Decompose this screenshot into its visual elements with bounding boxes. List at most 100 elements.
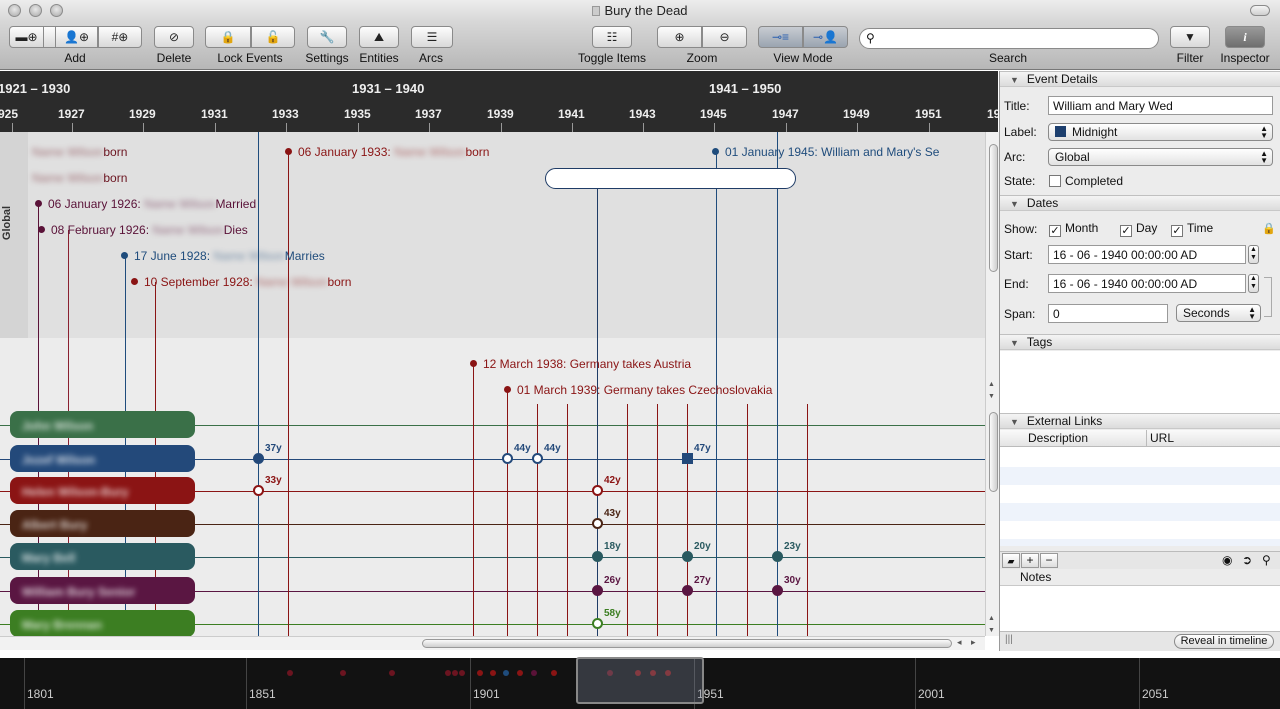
day-checkbox[interactable]: ✓ Day — [1120, 221, 1157, 237]
age-marker[interactable] — [772, 551, 783, 562]
age-marker[interactable] — [682, 551, 693, 562]
eye-icon[interactable]: ◉ — [1222, 553, 1232, 567]
filter-button[interactable]: ▼ — [1170, 26, 1210, 48]
entity-pill[interactable]: Albert Bury — [10, 510, 195, 537]
lock-events-button[interactable]: 🔒 — [205, 26, 251, 48]
link-dates-icon[interactable] — [1264, 277, 1272, 317]
table-row[interactable] — [1000, 503, 1280, 521]
age-marker[interactable] — [772, 585, 783, 596]
table-row[interactable] — [1000, 467, 1280, 485]
column-header-description[interactable]: Description — [1028, 431, 1088, 445]
view-mode-events-button[interactable]: ⊸≡ — [758, 26, 803, 48]
toolbar-toggle-button[interactable] — [1250, 5, 1270, 16]
event-item[interactable]: 17 June 1928: Name Wilson Marries — [121, 249, 325, 263]
age-marker[interactable] — [592, 585, 603, 596]
event-item[interactable]: 10 September 1928: Name Wilson born — [131, 275, 351, 289]
resize-grip-icon[interactable]: ||| — [1005, 634, 1013, 645]
event-item[interactable]: 01 January 1945: William and Mary's Se — [712, 145, 939, 159]
zoom-in-button[interactable]: ⊕ — [657, 26, 702, 48]
age-marker[interactable] — [592, 518, 603, 529]
view-mode-entities-button[interactable]: ⊸👤 — [803, 26, 848, 48]
add-arc-button[interactable]: #⊕ — [98, 26, 142, 48]
entity-pill[interactable]: William Bury Senior — [10, 577, 195, 604]
entity-pill[interactable]: Mary Brennan — [10, 610, 195, 636]
age-marker[interactable] — [682, 453, 693, 464]
unlock-events-button[interactable]: 🔓 — [251, 26, 295, 48]
delete-button[interactable]: ⊘ — [154, 26, 194, 48]
age-marker[interactable] — [532, 453, 543, 464]
selected-event[interactable] — [545, 168, 796, 189]
overview-viewport[interactable] — [576, 657, 704, 704]
arcs-button[interactable]: ☰ — [411, 26, 453, 48]
scroll-thumb[interactable] — [422, 639, 952, 648]
add-folder-button[interactable]: ▰ — [1002, 553, 1020, 568]
month-checkbox[interactable]: ✓ Month — [1049, 221, 1098, 237]
entities-button[interactable]: ⛰ — [359, 26, 399, 48]
table-row[interactable] — [1000, 539, 1280, 546]
column-header-url[interactable]: URL — [1150, 431, 1174, 445]
external-links-header[interactable]: ▼ External Links — [1000, 413, 1280, 429]
magnifier-icon[interactable]: ⚲ — [1262, 553, 1271, 567]
close-window-button[interactable] — [8, 4, 21, 17]
age-marker[interactable] — [253, 453, 264, 464]
age-marker[interactable] — [253, 485, 264, 496]
time-scale[interactable]: 1921 – 1930 1931 – 1940 1941 – 1950 925 1… — [0, 71, 998, 132]
time-checkbox[interactable]: ✓ Time — [1171, 221, 1213, 237]
lock-icon[interactable]: 🔒 — [1262, 222, 1276, 235]
span-field[interactable]: 0 — [1048, 304, 1168, 323]
entity-pill[interactable]: Jozef Wilson — [10, 445, 195, 472]
label-select[interactable]: Midnight ▲ ▼ — [1048, 123, 1273, 141]
external-links-table[interactable]: Description URL — [1000, 430, 1280, 546]
dates-header[interactable]: ▼ Dates — [1000, 195, 1280, 211]
timeline-horizontal-scrollbar[interactable]: ◂ ▸ — [0, 636, 985, 650]
age-marker[interactable] — [592, 485, 603, 496]
event-item[interactable]: 08 February 1926: Name Wilson Dies — [38, 223, 248, 237]
add-link-button[interactable]: + — [1021, 553, 1039, 568]
tags-header[interactable]: ▼ Tags — [1000, 334, 1280, 350]
prohibit-icon: ⊘ — [168, 30, 180, 44]
event-item[interactable]: 06 January 1926: Name Wilson Married — [35, 197, 256, 211]
start-date-field[interactable]: 16 - 06 - 1940 00:00:00 AD — [1048, 245, 1246, 264]
settings-button[interactable]: 🔧 — [307, 26, 347, 48]
age-marker[interactable] — [592, 618, 603, 629]
go-arrow-icon[interactable]: ➲ — [1242, 553, 1252, 567]
add-entity-button[interactable]: 👤⊕ — [55, 26, 98, 48]
start-date-stepper[interactable]: ▲ ▼ — [1248, 245, 1259, 264]
event-details-header[interactable]: ▼ Event Details — [1000, 71, 1280, 87]
entity-pill[interactable]: John Wilson — [10, 411, 195, 438]
zoom-window-button[interactable] — [50, 4, 63, 17]
event-item[interactable]: Name Wilson born — [32, 145, 127, 159]
age-marker[interactable] — [592, 551, 603, 562]
title-field[interactable]: William and Mary Wed — [1048, 96, 1273, 115]
age-marker[interactable] — [682, 585, 693, 596]
events-scrollbar[interactable]: ▲ ▼ — [985, 132, 999, 404]
end-date-stepper[interactable]: ▲ ▼ — [1248, 274, 1259, 293]
event-item[interactable]: 06 January 1933: Name Wilson born — [285, 145, 489, 159]
search-input[interactable]: ⚲ — [859, 28, 1159, 49]
overview-timeline[interactable]: 1801 1851 1901 1951 2001 2051 — [0, 657, 1280, 709]
event-item[interactable]: 01 March 1939: Germany takes Czechoslova… — [504, 383, 772, 397]
entity-pill[interactable]: Mary Bell — [10, 543, 195, 570]
reveal-in-timeline-button[interactable]: Reveal in timeline — [1174, 634, 1274, 649]
lanes-scrollbar[interactable]: ▲ ▼ — [985, 404, 999, 636]
inspector-button[interactable]: i — [1225, 26, 1265, 48]
toggle-items-button[interactable]: ☷ — [592, 26, 632, 48]
notes-area[interactable] — [1000, 586, 1280, 631]
scroll-right-arrow[interactable]: ▸ — [971, 637, 976, 648]
scroll-left-arrow[interactable]: ◂ — [957, 637, 962, 648]
minimize-window-button[interactable] — [29, 4, 42, 17]
entity-lanes[interactable]: John Wilson Jozef Wilson Helen Wilson-Bury… — [0, 404, 985, 636]
event-item[interactable]: Name Wilson born — [32, 171, 127, 185]
add-event-button[interactable]: ▬⊕ — [9, 26, 44, 48]
zoom-out-button[interactable]: ⊖ — [702, 26, 747, 48]
age-marker[interactable] — [502, 453, 513, 464]
entity-pill[interactable]: Helen Wilson-Bury — [10, 477, 195, 504]
end-date-field[interactable]: 16 - 06 - 1940 00:00:00 AD — [1048, 274, 1246, 293]
events-area[interactable]: Global Name Wilson born Name Wilson born 0… — [0, 132, 985, 404]
remove-link-button[interactable]: − — [1040, 553, 1058, 568]
span-unit-select[interactable]: Seconds ▲ ▼ — [1176, 304, 1261, 322]
tags-area[interactable] — [1000, 351, 1280, 413]
event-item[interactable]: 12 March 1938: Germany takes Austria — [470, 357, 691, 371]
arc-select[interactable]: Global ▲ ▼ — [1048, 148, 1273, 166]
completed-checkbox[interactable]: Completed — [1049, 174, 1123, 188]
